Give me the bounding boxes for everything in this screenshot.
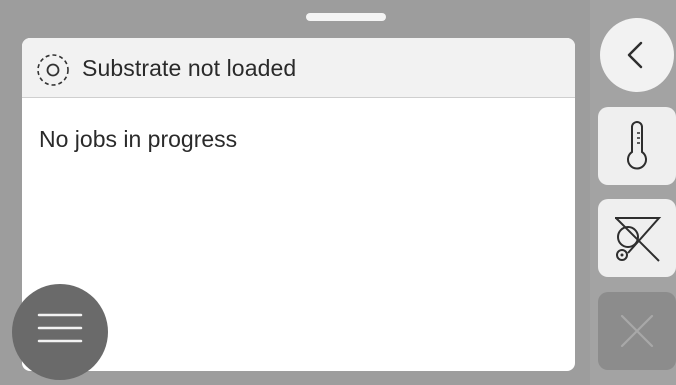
page-title: Substrate not loaded — [82, 55, 297, 81]
back-button[interactable] — [600, 18, 674, 92]
pull-down-handle[interactable] — [306, 13, 386, 21]
hamburger-menu-icon — [37, 313, 83, 343]
back-chevron-icon — [627, 41, 643, 69]
temperature-button[interactable] — [598, 107, 676, 185]
cancel-button[interactable] — [598, 292, 676, 370]
panel-header: Substrate not loaded — [22, 38, 575, 98]
substrate-path-button[interactable] — [598, 199, 676, 277]
job-status-text: No jobs in progress — [39, 126, 238, 152]
printer-front-panel: Substrate not loaded No jobs in progress — [0, 0, 676, 385]
thermometer-icon — [627, 121, 647, 170]
menu-button[interactable] — [12, 284, 108, 380]
substrate-status-icon — [36, 53, 70, 87]
substrate-path-disabled-icon — [615, 217, 662, 262]
close-icon — [620, 314, 654, 348]
